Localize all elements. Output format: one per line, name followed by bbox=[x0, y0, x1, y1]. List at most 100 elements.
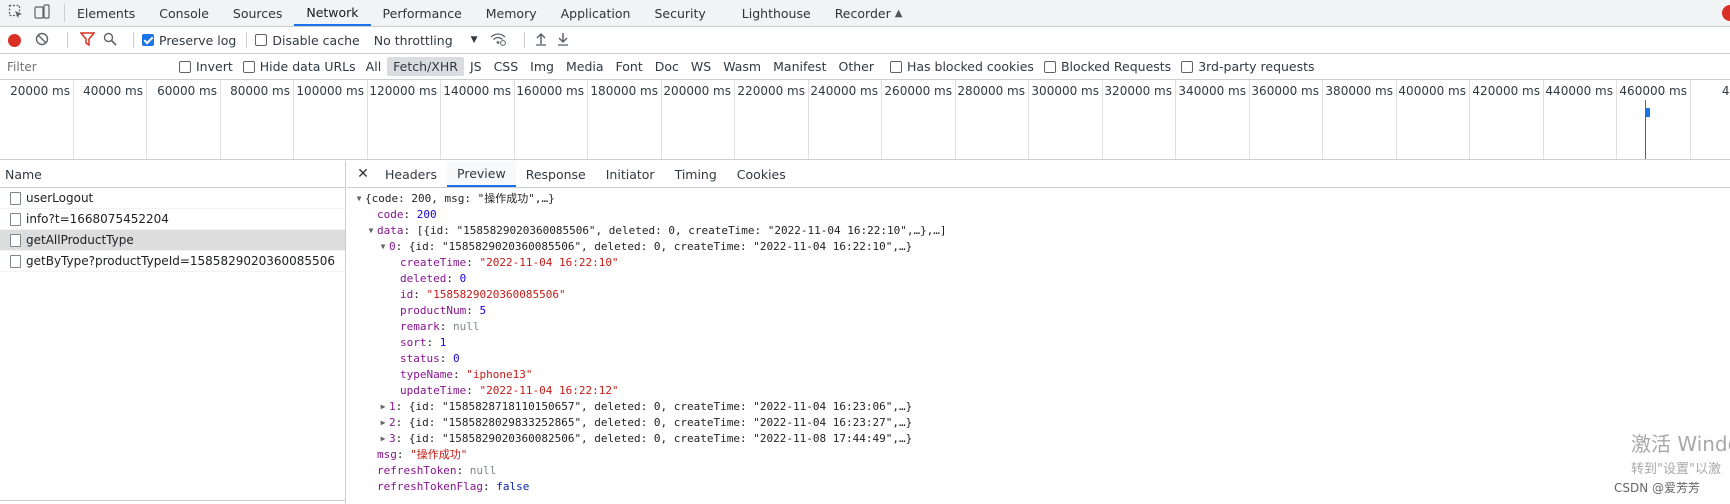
close-icon[interactable]: ✕ bbox=[351, 161, 375, 187]
json-field: status: 0 bbox=[400, 352, 460, 365]
tab-timing[interactable]: Timing bbox=[665, 161, 727, 187]
tab-cookies[interactable]: Cookies bbox=[727, 161, 796, 187]
error-indicator[interactable] bbox=[1716, 0, 1730, 26]
error-count-icon bbox=[1722, 5, 1730, 21]
record-icon[interactable] bbox=[8, 33, 21, 47]
third-party-requests-checkbox[interactable]: 3rd-party requests bbox=[1181, 59, 1315, 74]
has-blocked-cookies-checkbox[interactable]: Has blocked cookies bbox=[889, 59, 1034, 74]
tab-label: Response bbox=[525, 166, 586, 182]
json-key: 1 bbox=[389, 400, 396, 413]
expanded-triangle-icon[interactable]: ▼ bbox=[353, 191, 365, 207]
collapsed-triangle-icon[interactable]: ▶ bbox=[377, 415, 389, 431]
network-toolbar: Preserve log Disable cache No throttling… bbox=[0, 27, 1730, 54]
request-row[interactable]: info?t=1668075452204 bbox=[0, 209, 345, 230]
json-array-item[interactable]: ▼ 0: {id: "1585829020360085506", deleted:… bbox=[347, 239, 1730, 255]
expanded-triangle-icon[interactable]: ▼ bbox=[377, 239, 389, 255]
filter-input[interactable] bbox=[4, 56, 169, 77]
filter-type-all[interactable]: All bbox=[360, 57, 388, 76]
json-field-data[interactable]: ▼ data: [{id: "1585829020360085506", dele… bbox=[347, 223, 1730, 239]
expanded-triangle-icon[interactable]: ▼ bbox=[365, 223, 377, 239]
collapsed-triangle-icon[interactable]: ▶ bbox=[377, 399, 389, 415]
json-key: status bbox=[400, 352, 440, 365]
tab-elements[interactable]: Elements bbox=[65, 0, 147, 26]
tab-application[interactable]: Application bbox=[549, 0, 643, 26]
device-toolbar-icon[interactable] bbox=[34, 3, 50, 23]
json-field: typeName: "iphone13" bbox=[400, 368, 533, 381]
json-array-item[interactable]: ▶ 2: {id: "1585828029833252865", deleted:… bbox=[347, 415, 1730, 431]
json-value: 0 bbox=[459, 272, 467, 285]
file-icon bbox=[10, 212, 21, 226]
filter-type-js[interactable]: JS bbox=[464, 57, 488, 76]
import-har-icon[interactable] bbox=[535, 32, 547, 49]
tab-label: Sources bbox=[232, 5, 283, 21]
json-key: typeName bbox=[400, 368, 453, 381]
tab-memory[interactable]: Memory bbox=[474, 0, 549, 26]
request-row[interactable]: userLogout bbox=[0, 188, 345, 209]
hide-data-urls-label: Hide data URLs bbox=[259, 59, 356, 74]
filter-type-ws[interactable]: WS bbox=[685, 57, 717, 76]
tab-lighthouse[interactable]: Lighthouse bbox=[730, 0, 823, 26]
request-row[interactable]: getByType?productTypeId=1585829020360085… bbox=[0, 251, 345, 272]
filter-icon[interactable] bbox=[79, 31, 96, 49]
collapsed-triangle-icon[interactable]: ▶ bbox=[377, 431, 389, 447]
tab-recorder[interactable]: Recorder ▲ bbox=[823, 0, 915, 26]
filter-type-css[interactable]: CSS bbox=[488, 57, 525, 76]
filter-type-fetch-xhr[interactable]: Fetch/XHR bbox=[387, 57, 464, 76]
tab-response[interactable]: Response bbox=[516, 161, 596, 187]
network-overview-timeline[interactable]: 20000 ms 40000 ms 60000 ms 80000 ms 100000 m… bbox=[0, 80, 1730, 160]
filter-type-other[interactable]: Other bbox=[832, 57, 880, 76]
search-icon[interactable] bbox=[103, 32, 117, 49]
filter-type-media[interactable]: Media bbox=[560, 57, 610, 76]
tab-security[interactable]: Security bbox=[642, 0, 729, 26]
export-har-icon[interactable] bbox=[557, 32, 569, 49]
throttling-value: No throttling bbox=[373, 32, 453, 48]
inspect-element-icon[interactable] bbox=[8, 4, 24, 23]
invert-checkbox[interactable]: Invert bbox=[179, 59, 233, 74]
json-preview: ▼ {code: 200, msg: "操作成功",…} code: 200 ▼ d… bbox=[347, 188, 1730, 495]
toolbar-divider bbox=[67, 32, 68, 48]
filter-type-doc[interactable]: Doc bbox=[649, 57, 685, 76]
json-root-summary: {code: 200, msg: "操作成功",…} bbox=[365, 192, 555, 205]
tab-label: Recorder bbox=[834, 5, 891, 21]
tab-headers[interactable]: Headers bbox=[375, 161, 447, 187]
hide-data-urls-checkbox[interactable]: Hide data URLs bbox=[242, 59, 356, 74]
blocked-requests-checkbox[interactable]: Blocked Requests bbox=[1043, 59, 1171, 74]
network-conditions-icon[interactable] bbox=[490, 32, 506, 49]
status-bar bbox=[0, 500, 345, 504]
checkbox-icon bbox=[255, 34, 268, 46]
json-field: remark: null bbox=[400, 320, 480, 333]
request-row-selected[interactable]: getAllProductType bbox=[0, 230, 345, 251]
json-value: "1585829020360085506" bbox=[426, 288, 566, 301]
json-array-item[interactable]: ▶ 3: {id: "1585829020360082506", deleted:… bbox=[347, 431, 1730, 447]
preserve-log-checkbox[interactable]: Preserve log bbox=[142, 33, 236, 48]
filter-type-wasm[interactable]: Wasm bbox=[717, 57, 767, 76]
timeline-tick: 48000 bbox=[0, 80, 1730, 159]
checkbox-icon bbox=[1043, 60, 1056, 73]
json-field: id: "1585829020360085506" bbox=[400, 288, 566, 301]
json-key: sort bbox=[400, 336, 427, 349]
tab-network[interactable]: Network bbox=[294, 0, 371, 26]
filter-type-img[interactable]: Img bbox=[524, 57, 560, 76]
json-value: 0 bbox=[453, 352, 460, 365]
csdn-watermark: CSDN @爱芳芳 bbox=[1614, 481, 1701, 495]
request-name: getAllProductType bbox=[26, 233, 134, 247]
tab-preview[interactable]: Preview bbox=[447, 161, 516, 187]
json-key: msg bbox=[377, 448, 397, 461]
json-array-item[interactable]: ▶ 1: {id: "1585828718110150657", deleted:… bbox=[347, 399, 1730, 415]
name-column-label: Name bbox=[5, 166, 42, 182]
tab-performance[interactable]: Performance bbox=[371, 0, 474, 26]
tab-console[interactable]: Console bbox=[147, 0, 221, 26]
filter-type-manifest[interactable]: Manifest bbox=[767, 57, 832, 76]
throttling-select[interactable]: No throttling ▼ bbox=[374, 33, 478, 48]
json-root-row[interactable]: ▼ {code: 200, msg: "操作成功",…} bbox=[347, 191, 1730, 207]
tab-label: Initiator bbox=[605, 166, 655, 182]
json-value: {id: "1585828718110150657", deleted: 0, … bbox=[408, 400, 913, 413]
clear-icon[interactable] bbox=[35, 32, 49, 49]
name-column-header[interactable]: Name bbox=[0, 161, 345, 188]
tab-sources[interactable]: Sources bbox=[221, 0, 294, 26]
tab-initiator[interactable]: Initiator bbox=[596, 161, 665, 187]
filter-type-font[interactable]: Font bbox=[610, 57, 649, 76]
disable-cache-checkbox[interactable]: Disable cache bbox=[255, 33, 360, 48]
json-value: false bbox=[496, 480, 530, 493]
checkbox-icon bbox=[889, 60, 902, 73]
